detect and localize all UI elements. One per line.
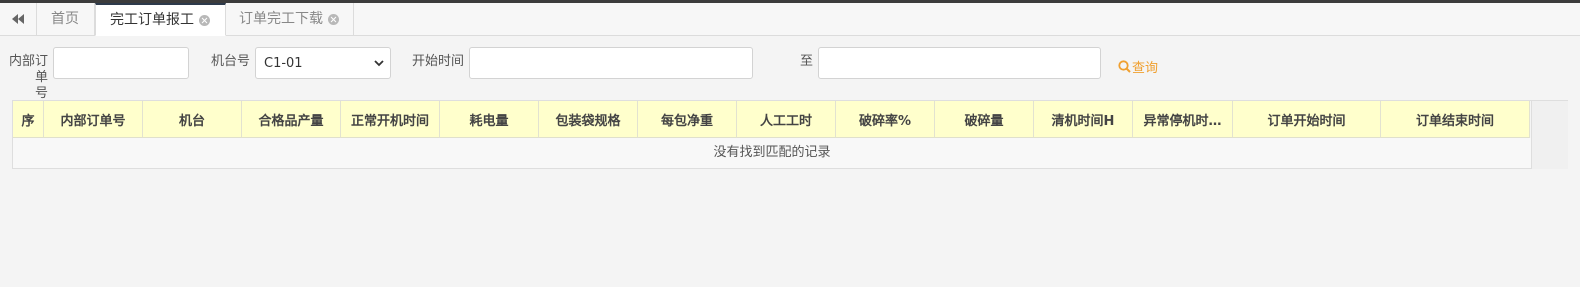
col-header[interactable]: 人工工时: [737, 101, 836, 138]
col-header[interactable]: 序: [13, 101, 44, 138]
tab-label: 订单完工下载: [239, 11, 323, 27]
col-header[interactable]: 包装袋规格: [539, 101, 638, 138]
col-header[interactable]: 机台: [143, 101, 242, 138]
col-header[interactable]: 内部订单号: [44, 101, 143, 138]
col-header[interactable]: 订单开始时间: [1233, 101, 1381, 138]
tab-label: 完工订单报工: [110, 12, 194, 28]
tab-completed-order-report[interactable]: 完工订单报工: [95, 3, 226, 36]
query-label: 查询: [1132, 60, 1159, 76]
start-time-label: 开始时间: [412, 54, 465, 69]
chevron-down-icon: [374, 60, 384, 67]
tab-label: 首页: [51, 11, 79, 27]
tab-home[interactable]: 首页: [37, 3, 95, 35]
data-table: 序 内部订单号 机台 合格品产量 正常开机时间 耗电量 包装袋规格 每包净重 人…: [12, 100, 1532, 169]
close-icon[interactable]: [328, 13, 339, 25]
col-header[interactable]: 破碎率%: [836, 101, 935, 138]
order-no-input[interactable]: [53, 47, 189, 79]
col-header[interactable]: 耗电量: [440, 101, 539, 138]
col-header[interactable]: 合格品产量: [242, 101, 341, 138]
col-header[interactable]: 异常停机时…: [1133, 101, 1233, 138]
col-header[interactable]: 清机时间H: [1034, 101, 1133, 138]
table-header: 序 内部订单号 机台 合格品产量 正常开机时间 耗电量 包装袋规格 每包净重 人…: [13, 101, 1530, 138]
order-no-label: 内部订单 号: [8, 54, 48, 101]
col-header[interactable]: 订单结束时间: [1381, 101, 1530, 138]
col-header[interactable]: 每包净重: [638, 101, 737, 138]
tab-order-completion-download[interactable]: 订单完工下载: [225, 3, 354, 35]
machine-select-value: C1-01: [264, 55, 303, 71]
col-header[interactable]: 正常开机时间: [341, 101, 440, 138]
tabs-scroll-left-button[interactable]: [0, 3, 37, 35]
tab-bar: 首页 完工订单报工 订单完工下载: [0, 3, 1580, 36]
table-scroll-gutter: [1532, 100, 1568, 169]
double-chevron-left-icon: [12, 14, 24, 24]
empty-message: 没有找到匹配的记录: [13, 138, 1531, 168]
query-button[interactable]: 查询: [1118, 56, 1158, 76]
close-icon[interactable]: [199, 14, 210, 26]
end-time-input[interactable]: [818, 47, 1101, 79]
col-header[interactable]: 破碎量: [935, 101, 1034, 138]
machine-select[interactable]: C1-01: [255, 47, 391, 79]
search-icon: [1118, 59, 1131, 73]
to-label: 至: [800, 54, 814, 69]
machine-label: 机台号: [211, 54, 251, 69]
start-time-input[interactable]: [469, 47, 753, 79]
